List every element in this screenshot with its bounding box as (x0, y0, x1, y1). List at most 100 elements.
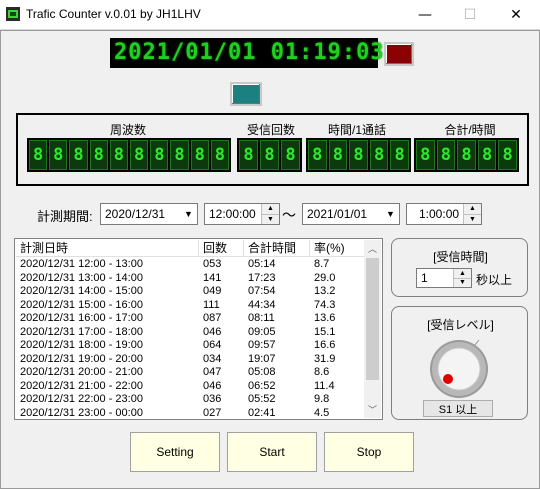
led-digit: 8 (130, 140, 149, 170)
vertical-scrollbar[interactable]: ︿ ﹀ (364, 240, 381, 418)
spin-up-icon[interactable]: ▲ (454, 269, 471, 279)
start-date-picker[interactable]: 2020/12/31 ▼ (100, 203, 198, 225)
end-time-spinner[interactable]: 1:00:00 ▲ ▼ (406, 203, 482, 225)
row-rate: 31.9 (314, 352, 336, 365)
level-threshold-button[interactable]: S1 以上 (423, 400, 493, 417)
per-call-led: 8 8 8 8 8 (306, 138, 411, 172)
row-datetime: 2020/12/31 14:00 - 15:00 (20, 285, 143, 297)
start-button[interactable]: Start (227, 432, 317, 472)
led-digit: 8 (436, 140, 456, 170)
receive-time-label: [受信時間] (433, 250, 488, 264)
led-digit: 8 (308, 140, 327, 170)
list-row[interactable]: 2020/12/31 13:00 - 14:00 141 17:23 29.0 (16, 272, 364, 284)
list-row[interactable]: 2020/12/31 21:00 - 22:00 046 06:52 11.4 (16, 380, 364, 392)
spin-buttons[interactable]: ▲ ▼ (453, 269, 471, 287)
row-datetime: 2020/12/31 19:00 - 20:00 (20, 352, 143, 365)
chevron-down-icon[interactable]: ▼ (381, 204, 399, 224)
status-indicator-red (384, 42, 414, 66)
measurement-list[interactable]: 計測日時 回数 合計時間 率(%) 2020/12/31 12:00 - 13:… (14, 238, 383, 420)
spin-down-icon[interactable]: ▼ (464, 214, 481, 224)
led-digit: 8 (281, 140, 300, 170)
row-total-time: 06:52 (248, 379, 276, 392)
scroll-down-icon[interactable]: ﹀ (364, 401, 381, 417)
spin-down-icon[interactable]: ▼ (262, 214, 279, 224)
spin-up-icon[interactable]: ▲ (464, 204, 481, 215)
close-button[interactable]: ✕ (493, 0, 539, 30)
list-row[interactable]: 2020/12/31 14:00 - 15:00 049 07:54 13.2 (16, 285, 364, 297)
list-row[interactable]: 2020/12/31 18:00 - 19:00 064 09:57 16.6 (16, 339, 364, 351)
spin-buttons[interactable]: ▲ ▼ (463, 204, 481, 224)
list-row[interactable]: 2020/12/31 12:00 - 13:00 053 05:14 8.7 (16, 258, 364, 270)
row-count: 049 (203, 285, 222, 297)
list-row[interactable]: 2020/12/31 15:00 - 16:00 111 44:34 74.3 (16, 299, 364, 311)
column-header-count[interactable]: 回数 (199, 240, 244, 257)
list-row[interactable]: 2020/12/31 23:00 - 00:00 027 02:41 4.5 (16, 407, 364, 419)
window-title: Trafic Counter v.0.01 by JH1LHV (26, 7, 201, 21)
list-row[interactable]: 2020/12/31 17:00 - 18:00 046 09:05 15.1 (16, 326, 364, 338)
list-row[interactable]: 2020/12/31 22:00 - 23:00 036 05:52 9.8 (16, 393, 364, 405)
led-digit: 8 (390, 140, 409, 170)
row-count: 111 (203, 298, 220, 311)
scroll-thumb[interactable] (366, 258, 379, 380)
freq-led: 8 8 8 8 8 8 8 8 8 8 (27, 138, 231, 172)
title-bar[interactable]: Trafic Counter v.0.01 by JH1LHV — ☐ ✕ (0, 0, 540, 30)
list-row[interactable]: 2020/12/31 19:00 - 20:00 034 19:07 31.9 (16, 353, 364, 365)
receive-time-value: 1 (421, 271, 428, 285)
led-digit: 8 (416, 140, 435, 170)
level-knob[interactable] (427, 337, 491, 401)
led-digit: 8 (477, 140, 497, 170)
row-rate: 29.0 (314, 271, 336, 284)
period-separator: ～ (282, 207, 296, 223)
row-count: 141 (203, 271, 222, 284)
chevron-down-icon[interactable]: ▼ (179, 204, 197, 224)
end-date-value: 2021/01/01 (307, 207, 368, 221)
per-call-label: 時間/1通話 (327, 123, 386, 137)
row-datetime: 2020/12/31 15:00 - 16:00 (20, 298, 143, 311)
row-rate: 11.4 (314, 379, 335, 392)
spin-buttons[interactable]: ▲ ▼ (261, 204, 279, 224)
row-rate: 74.3 (314, 298, 336, 311)
column-header-rate[interactable]: 率(%) (310, 240, 365, 257)
maximize-button[interactable]: ☐ (447, 0, 493, 30)
row-rate: 16.6 (314, 339, 336, 351)
row-rate: 8.7 (314, 258, 330, 270)
row-datetime: 2020/12/31 17:00 - 18:00 (20, 325, 143, 338)
setting-button[interactable]: Setting (130, 432, 220, 472)
list-row[interactable]: 2020/12/31 16:00 - 17:00 087 08:11 13.6 (16, 312, 364, 324)
row-total-time: 09:05 (248, 325, 276, 338)
row-datetime: 2020/12/31 21:00 - 22:00 (20, 379, 143, 392)
start-date-value: 2020/12/31 (105, 207, 166, 221)
column-header-datetime[interactable]: 計測日時 (16, 240, 199, 257)
receive-level-label: [受信レベル] (427, 318, 494, 332)
led-digit: 8 (49, 140, 68, 170)
scroll-up-icon[interactable]: ︿ (364, 240, 381, 256)
start-time-value: 12:00:00 (209, 207, 256, 221)
list-row[interactable]: 2020/12/31 20:00 - 21:00 047 05:08 8.6 (16, 366, 364, 378)
row-total-time: 17:23 (248, 271, 276, 284)
led-digit: 8 (29, 140, 48, 170)
end-date-picker[interactable]: 2021/01/01 ▼ (302, 203, 400, 225)
row-rate: 9.8 (314, 393, 330, 405)
led-digit: 8 (69, 140, 88, 170)
stop-button[interactable]: Stop (324, 432, 414, 472)
row-rate: 15.1 (314, 325, 336, 338)
led-digit: 8 (239, 140, 258, 170)
row-total-time: 19:07 (248, 352, 276, 365)
receive-time-spinner[interactable]: 1 ▲ ▼ (416, 268, 472, 288)
start-time-spinner[interactable]: 12:00:00 ▲ ▼ (204, 203, 280, 225)
spin-up-icon[interactable]: ▲ (262, 204, 279, 215)
column-header-total-time[interactable]: 合計時間 (244, 240, 310, 257)
row-count: 036 (203, 393, 222, 405)
row-count: 064 (203, 339, 222, 351)
led-digit: 8 (369, 140, 389, 170)
clock-text: 2021/01/01 01:19:03 (114, 40, 385, 65)
led-digit: 8 (260, 140, 279, 170)
period-label: 計測期間: (37, 209, 93, 224)
minimize-button[interactable]: — (402, 0, 448, 30)
receive-time-group: [受信時間] 1 ▲ ▼ 秒以上 (391, 238, 528, 297)
row-count: 046 (203, 325, 222, 338)
row-datetime: 2020/12/31 22:00 - 23:00 (20, 393, 143, 405)
count-led: 8 8 8 (237, 138, 302, 172)
spin-down-icon[interactable]: ▼ (454, 278, 471, 287)
row-datetime: 2020/12/31 20:00 - 21:00 (20, 366, 143, 378)
